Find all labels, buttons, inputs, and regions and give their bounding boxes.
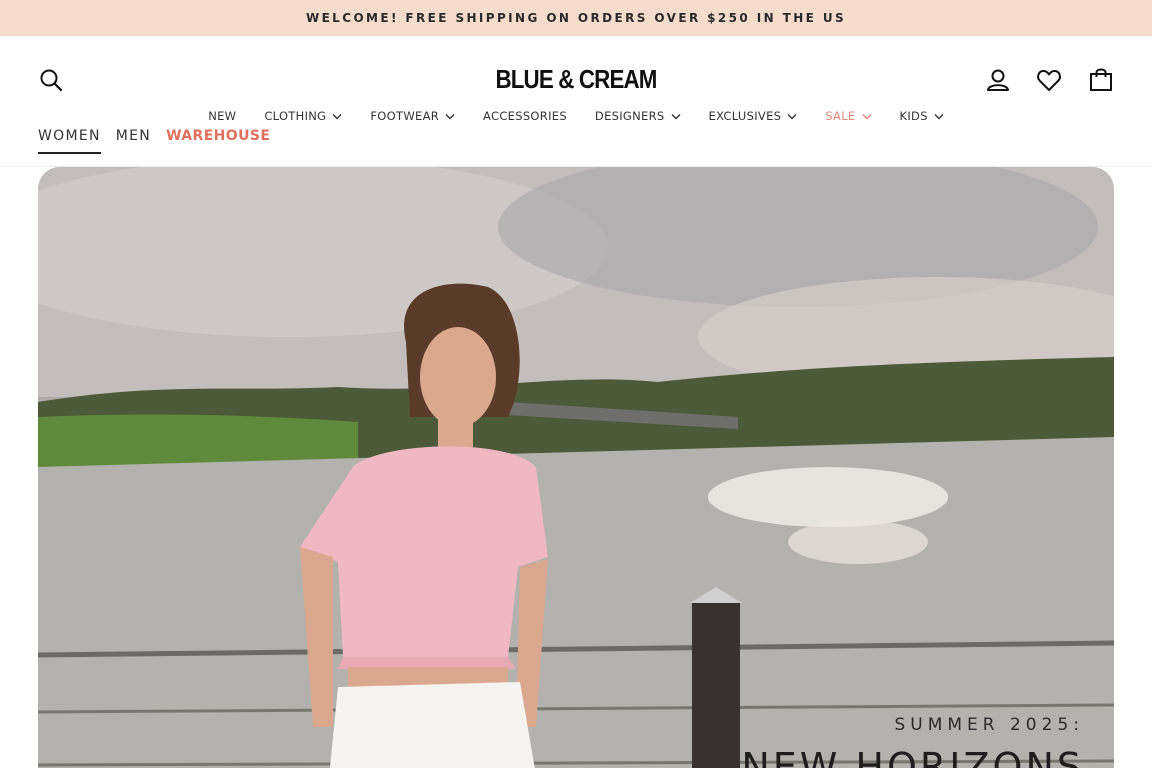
chevron-down-icon	[671, 113, 681, 120]
chevron-down-icon	[787, 113, 797, 120]
nav-label: SALE	[825, 109, 856, 123]
nav-item-footwear[interactable]: FOOTWEAR	[370, 109, 455, 123]
main-nav: NEW CLOTHING FOOTWEAR ACCESSORIES DESIGN…	[0, 106, 1152, 126]
nav-item-exclusives[interactable]: EXCLUSIVES	[709, 109, 798, 123]
tab-women[interactable]: WOMEN	[38, 128, 101, 154]
hero-banner[interactable]: SUMMER 2025: NEW HORIZONS	[38, 167, 1114, 768]
announcement-text: WELCOME! FREE SHIPPING ON ORDERS OVER $2…	[305, 10, 847, 25]
search-icon[interactable]	[39, 68, 63, 92]
nav-item-kids[interactable]: KIDS	[900, 109, 944, 123]
chevron-down-icon	[445, 113, 455, 120]
account-icon[interactable]	[985, 67, 1011, 93]
chevron-down-icon	[332, 113, 342, 120]
nav-label: DESIGNERS	[594, 109, 665, 123]
nav-label: EXCLUSIVES	[708, 109, 782, 123]
nav-label: KIDS	[899, 109, 928, 123]
announcement-bar: WELCOME! FREE SHIPPING ON ORDERS OVER $2…	[0, 0, 1152, 36]
nav-item-accessories[interactable]: ACCESSORIES	[483, 109, 567, 123]
nav-item-designers[interactable]: DESIGNERS	[595, 109, 681, 123]
nav-item-new[interactable]: NEW	[208, 109, 236, 123]
tab-men[interactable]: MEN	[116, 128, 151, 154]
chevron-down-icon	[862, 113, 872, 120]
cart-icon[interactable]	[1088, 66, 1114, 92]
hero-kicker: SUMMER 2025:	[894, 715, 1084, 735]
nav-label: CLOTHING	[264, 109, 327, 123]
hero-photo	[38, 167, 1114, 768]
nav-item-clothing[interactable]: CLOTHING	[264, 109, 342, 123]
chevron-down-icon	[934, 113, 944, 120]
hero-title: NEW HORIZONS	[741, 745, 1084, 768]
heart-icon[interactable]	[1036, 67, 1062, 93]
brand-logo[interactable]: BLUE & CREAM	[495, 64, 657, 94]
nav-item-sale[interactable]: SALE	[825, 109, 871, 123]
site-header: BLUE & CREAM NEW CLOTHING FOOTWEAR ACCES…	[0, 36, 1152, 167]
nav-label: ACCESSORIES	[483, 109, 567, 123]
tab-warehouse[interactable]: WAREHOUSE	[166, 128, 270, 154]
nav-label: FOOTWEAR	[370, 109, 440, 123]
gender-tabs: WOMEN MEN WAREHOUSE	[38, 128, 270, 154]
nav-label: NEW	[208, 109, 237, 123]
